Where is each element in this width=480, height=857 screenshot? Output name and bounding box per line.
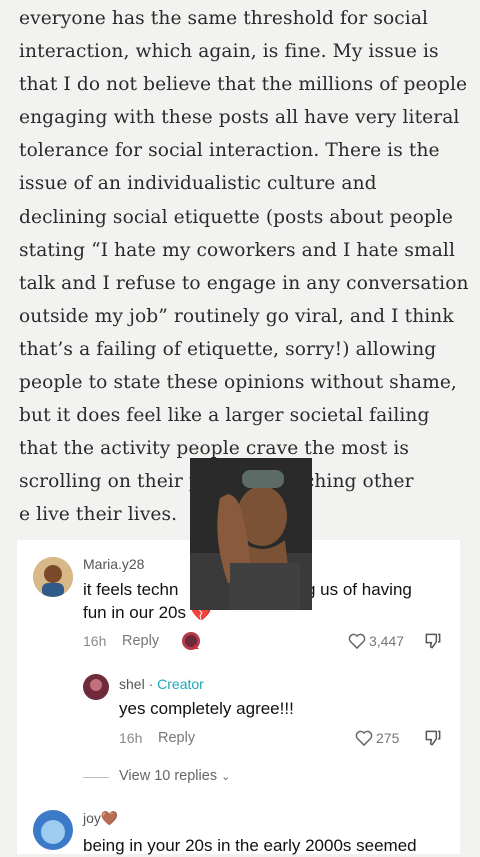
comment-username[interactable]: Maria.y28 xyxy=(83,556,144,572)
reply-button[interactable]: Reply xyxy=(158,730,195,746)
article-body-end: e live their lives. xyxy=(19,504,178,526)
like-count: 3,447 xyxy=(369,633,405,649)
reply-username-line: shel · Creator xyxy=(119,676,204,692)
comment-username[interactable]: joy xyxy=(83,810,101,826)
avatar[interactable] xyxy=(33,557,73,597)
avatar-image xyxy=(33,810,73,850)
avatar[interactable] xyxy=(33,810,73,850)
article-text: everyone has the same threshold for soci… xyxy=(19,2,469,532)
video-overlay xyxy=(190,458,312,610)
like-count: 275 xyxy=(376,730,400,746)
comment-time: 16h xyxy=(83,633,107,649)
like-heart-icon[interactable] xyxy=(354,728,374,748)
person-image xyxy=(190,458,312,610)
replies-divider xyxy=(83,777,109,778)
brown-heart-emoji: 🤎 xyxy=(100,810,119,826)
dislike-icon[interactable] xyxy=(423,728,443,748)
comment-username-line: joy🤎 xyxy=(83,810,118,827)
article-body: everyone has the same threshold for soci… xyxy=(19,8,469,493)
reply-username[interactable]: shel xyxy=(119,676,145,692)
like-heart-icon[interactable] xyxy=(347,631,367,651)
reply-time: 16h xyxy=(119,730,143,746)
comment-text-line2-text: fun in our 20s xyxy=(83,603,187,622)
dislike-icon[interactable] xyxy=(423,631,443,651)
creator-badge: Creator xyxy=(157,676,204,692)
view-replies-button[interactable]: View 10 replies ⌄ xyxy=(119,768,230,784)
avatar-image xyxy=(83,674,109,700)
comment-text-start: it feels techn xyxy=(83,580,179,599)
chevron-down-icon: ⌄ xyxy=(221,771,231,783)
reply-text: yes completely agree!!! xyxy=(119,699,294,718)
reply-button[interactable]: Reply xyxy=(122,633,159,649)
creator-liked-icon xyxy=(181,631,201,651)
avatar-image xyxy=(33,557,73,597)
comment-text-end: g us of having xyxy=(306,580,412,599)
view-replies-label: View 10 replies xyxy=(119,768,218,784)
username-separator: · xyxy=(144,676,158,692)
avatar[interactable] xyxy=(83,674,109,700)
